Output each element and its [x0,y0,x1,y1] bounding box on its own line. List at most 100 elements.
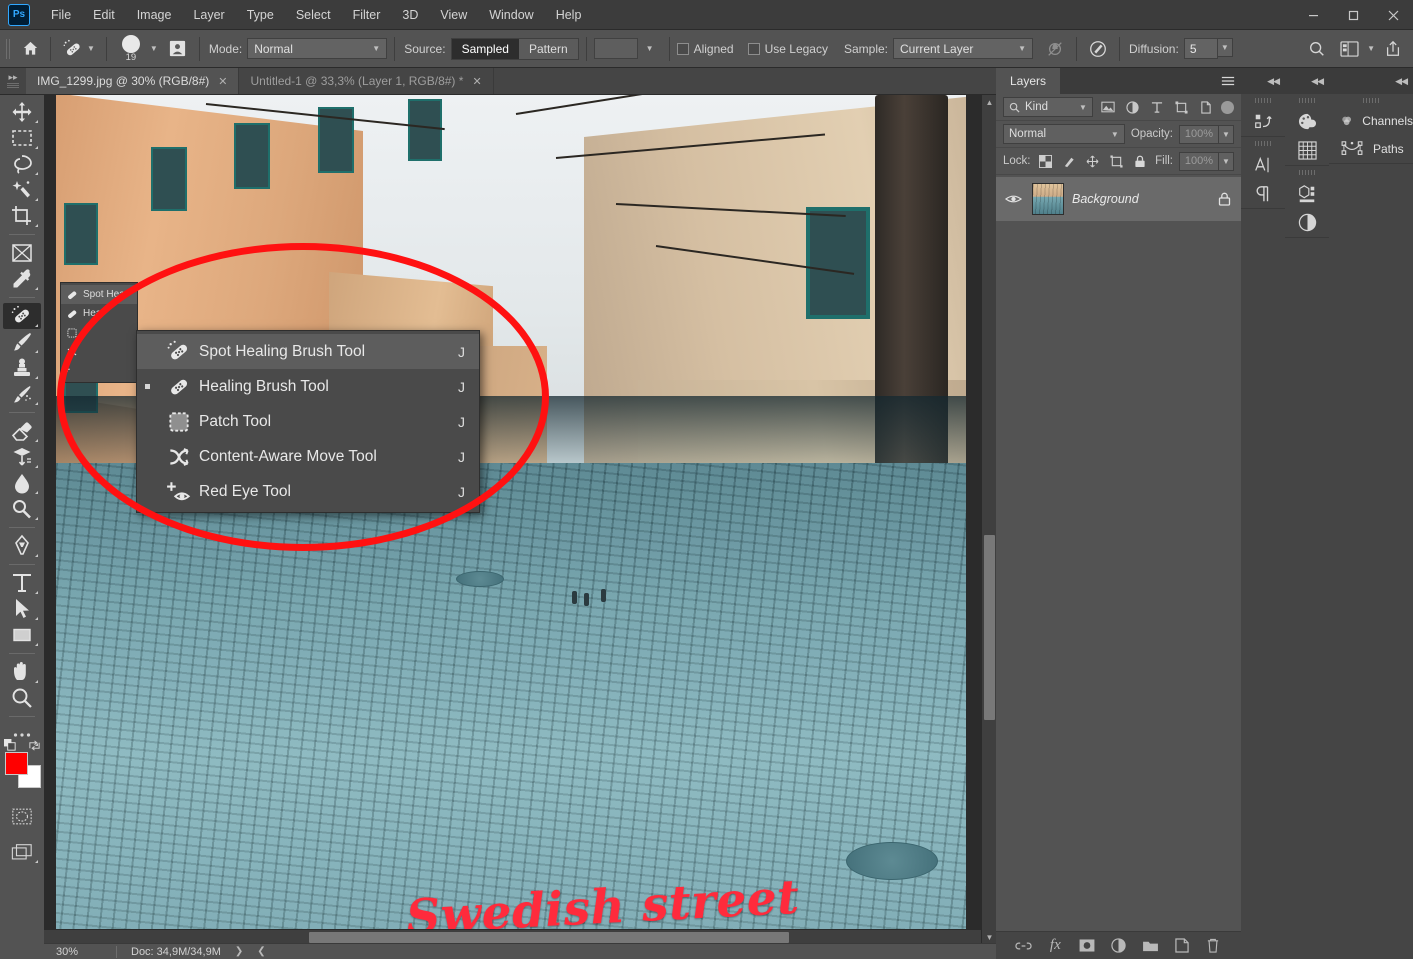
clone-stamp-tool[interactable] [3,355,41,381]
flyout-item-content-aware-move-tool[interactable]: Content-Aware Move ToolJ [137,439,479,474]
rectangular-marquee-tool[interactable] [3,125,41,151]
document-tab-1[interactable]: Untitled-1 @ 33,3% (Layer 1, RGB/8#) *✕ [239,68,493,94]
color-swatches-icon[interactable] [1285,107,1329,136]
dock-1-grip-2[interactable] [1241,137,1285,150]
pressure-for-size-icon[interactable] [1084,36,1112,62]
history-brush-tool[interactable] [3,381,41,407]
collapse-dock-1-icon[interactable]: ◀◀ [1267,76,1279,87]
new-group-icon[interactable] [1139,935,1161,957]
filter-toggle-icon[interactable] [1221,101,1234,114]
quick-mask-icon[interactable] [3,803,41,829]
default-colors-icon[interactable] [4,739,17,752]
use-legacy-checkbox[interactable]: Use Legacy [748,42,828,56]
zoom-level[interactable]: 30% [44,946,116,958]
menu-image[interactable]: Image [126,4,183,26]
dock-2-grip[interactable] [1285,94,1329,107]
tool-preview-chevron-icon[interactable]: ▼ [87,44,95,53]
crop-tool[interactable] [3,203,41,229]
character-icon[interactable] [1241,150,1285,179]
menu-file[interactable]: File [40,4,82,26]
new-layer-icon[interactable] [1171,935,1193,957]
blend-mode-select[interactable]: Normal ▼ [1003,124,1125,144]
share-icon[interactable] [1379,36,1407,62]
dock-3-grip[interactable] [1329,94,1413,107]
mini-list-item[interactable] [61,323,137,342]
adjustments-icon[interactable] [1285,208,1329,237]
tool-flyout-menu[interactable]: Spot Healing Brush ToolJHealing Brush To… [136,330,480,513]
home-icon[interactable] [17,36,43,62]
tab-bar-expand-icon[interactable]: ▸▸ [8,74,17,81]
shape-filter-icon[interactable] [1172,98,1191,117]
menu-3d[interactable]: 3D [391,4,429,26]
scroll-down-arrow-icon[interactable]: ▼ [982,930,996,944]
status-collapse-icon[interactable]: ❮ [257,946,265,957]
menu-layer[interactable]: Layer [182,4,235,26]
close-tab-icon[interactable]: ✕ [218,75,227,88]
document-image[interactable]: Swedish street [56,95,966,932]
rectangle-tool[interactable] [3,622,41,648]
3d-properties-icon[interactable] [1285,179,1329,208]
ignore-adjustment-layers-icon[interactable] [1041,36,1069,62]
flyout-item-red-eye-tool[interactable]: Red Eye ToolJ [137,474,479,509]
adjustment-filter-icon[interactable] [1123,98,1142,117]
tab-bar-grip[interactable]: ▸▸ [0,68,26,94]
eraser-tool[interactable] [3,418,41,444]
menu-type[interactable]: Type [236,4,285,26]
close-button[interactable] [1373,0,1413,30]
status-expand-icon[interactable]: ❯ [235,946,243,957]
table-row[interactable]: Background [996,177,1241,221]
aligned-checkbox[interactable]: Aligned [677,42,734,56]
source-sampled-button[interactable]: Sampled [452,39,519,59]
menu-edit[interactable]: Edit [82,4,126,26]
diffusion-stepper-icon[interactable]: ▼ [1218,38,1233,57]
menu-select[interactable]: Select [285,4,342,26]
pattern-chevron-icon[interactable]: ▼ [646,44,654,53]
frame-tool[interactable] [3,240,41,266]
layer-style-fx-icon[interactable]: fx [1044,935,1066,957]
layer-visibility-eye-icon[interactable] [1002,193,1024,205]
layer-lock-icon[interactable] [1213,192,1235,206]
lock-transparent-pixels-icon[interactable] [1037,152,1055,171]
move-tool[interactable] [3,99,41,125]
panel-paths[interactable]: Paths [1329,135,1413,163]
dock-1-grip[interactable] [1241,94,1285,107]
gradient-tool[interactable] [3,444,41,470]
lock-image-pixels-icon[interactable] [1060,152,1078,171]
color-swatches[interactable] [2,751,42,789]
minimize-button[interactable] [1293,0,1333,30]
flyout-item-healing-brush-tool[interactable]: Healing Brush ToolJ [137,369,479,404]
horizontal-scroll-thumb[interactable] [309,932,789,943]
close-tab-icon[interactable]: ✕ [472,75,481,88]
mini-list-item[interactable]: Spot Hea [61,285,137,304]
hand-tool[interactable] [3,659,41,685]
delete-layer-icon[interactable] [1202,935,1224,957]
swap-colors-icon[interactable] [28,739,41,752]
blur-tool[interactable] [3,470,41,496]
mode-select[interactable]: Normal ▼ [247,38,387,59]
path-selection-tool[interactable] [3,596,41,622]
opacity-stepper-icon[interactable]: ▼ [1219,125,1234,144]
opacity-value[interactable]: 100% [1179,125,1219,144]
zoom-tool[interactable] [3,685,41,711]
tab-layers[interactable]: Layers [996,68,1060,94]
document-tab-0[interactable]: IMG_1299.jpg @ 30% (RGB/8#)✕ [26,68,239,94]
filter-kind-select[interactable]: Kind ▼ [1003,97,1093,117]
pattern-swatch[interactable] [594,38,638,59]
fill-stepper-icon[interactable]: ▼ [1219,152,1234,171]
menu-view[interactable]: View [429,4,478,26]
menu-filter[interactable]: Filter [342,4,392,26]
brush-preset-chevron-icon[interactable]: ▼ [150,44,158,53]
source-pattern-button[interactable]: Pattern [519,39,578,59]
options-bar-grip[interactable] [4,36,13,62]
menu-help[interactable]: Help [545,4,593,26]
collapse-dock-2-icon[interactable]: ◀◀ [1311,76,1323,87]
dodge-tool[interactable] [3,496,41,522]
flyout-item-patch-tool[interactable]: Patch ToolJ [137,404,479,439]
new-adjustment-layer-icon[interactable] [1107,935,1129,957]
link-layers-icon[interactable] [1013,935,1035,957]
menu-window[interactable]: Window [478,4,544,26]
object-selection-tool[interactable] [3,177,41,203]
lasso-tool[interactable] [3,151,41,177]
lock-artboard-icon[interactable] [1108,152,1126,171]
dock-2-grip-2[interactable] [1285,166,1329,179]
